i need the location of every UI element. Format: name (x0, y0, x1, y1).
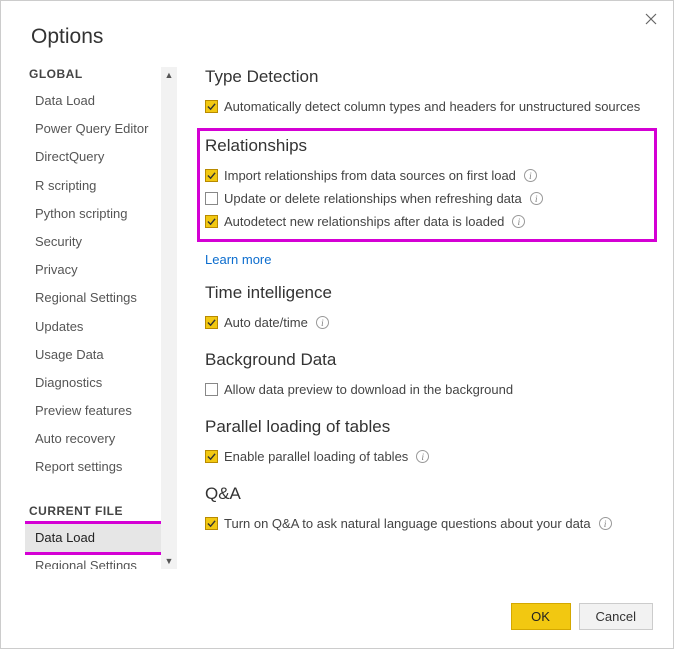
info-icon[interactable]: i (530, 192, 543, 205)
dialog-title: Options (1, 1, 673, 67)
group-title-qna: Q&A (205, 484, 649, 504)
learn-more-link[interactable]: Learn more (205, 246, 271, 267)
option-label: Update or delete relationships when refr… (224, 191, 522, 206)
sidebar-item-usage-data[interactable]: Usage Data (25, 341, 161, 369)
close-button[interactable] (641, 9, 661, 29)
group-title-time-intelligence: Time intelligence (205, 283, 649, 303)
info-icon[interactable]: i (512, 215, 525, 228)
group-title-type-detection: Type Detection (205, 67, 649, 87)
highlight-relationships: Relationships Import relationships from … (197, 128, 657, 242)
option-label: Allow data preview to download in the ba… (224, 382, 513, 397)
sidebar-header-global: GLOBAL (25, 67, 161, 87)
sidebar-item-current-regional-settings[interactable]: Regional Settings (25, 552, 161, 569)
option-type-detection-auto[interactable]: Automatically detect column types and he… (205, 95, 649, 118)
sidebar-item-r-scripting[interactable]: R scripting (25, 172, 161, 200)
checkbox-icon[interactable] (205, 316, 218, 329)
info-icon[interactable]: i (524, 169, 537, 182)
sidebar-item-privacy[interactable]: Privacy (25, 256, 161, 284)
option-label: Auto date/time (224, 315, 308, 330)
sidebar-item-current-data-load[interactable]: Data Load (25, 524, 161, 552)
option-label: Automatically detect column types and he… (224, 99, 640, 114)
option-auto-date-time[interactable]: Auto date/time i (205, 311, 649, 334)
option-label: Autodetect new relationships after data … (224, 214, 504, 229)
group-title-parallel-loading: Parallel loading of tables (205, 417, 649, 437)
sidebar-item-power-query-editor[interactable]: Power Query Editor (25, 115, 161, 143)
scroll-up-icon[interactable]: ▲ (161, 67, 177, 83)
checkbox-icon[interactable] (205, 169, 218, 182)
sidebar-item-data-load[interactable]: Data Load (25, 87, 161, 115)
sidebar: GLOBAL Data Load Power Query Editor Dire… (25, 67, 161, 569)
option-update-relationships[interactable]: Update or delete relationships when refr… (205, 187, 649, 210)
scroll-down-icon[interactable]: ▼ (161, 553, 177, 569)
checkbox-icon[interactable] (205, 100, 218, 113)
option-parallel-loading[interactable]: Enable parallel loading of tables i (205, 445, 649, 468)
info-icon[interactable]: i (416, 450, 429, 463)
checkbox-icon[interactable] (205, 192, 218, 205)
sidebar-item-diagnostics[interactable]: Diagnostics (25, 369, 161, 397)
dialog-footer: OK Cancel (1, 589, 673, 648)
checkbox-icon[interactable] (205, 517, 218, 530)
sidebar-item-auto-recovery[interactable]: Auto recovery (25, 425, 161, 453)
group-title-background-data: Background Data (205, 350, 649, 370)
option-autodetect-relationships[interactable]: Autodetect new relationships after data … (205, 210, 649, 233)
option-label: Enable parallel loading of tables (224, 449, 408, 464)
option-label: Turn on Q&A to ask natural language ques… (224, 516, 591, 531)
main-panel: Type Detection Automatically detect colu… (177, 67, 673, 589)
sidebar-item-regional-settings[interactable]: Regional Settings (25, 284, 161, 312)
option-qna[interactable]: Turn on Q&A to ask natural language ques… (205, 512, 649, 535)
highlight-current-data-load: Data Load (25, 521, 161, 555)
sidebar-item-python-scripting[interactable]: Python scripting (25, 200, 161, 228)
sidebar-scrollbar[interactable]: ▲ ▼ (161, 67, 177, 569)
checkbox-icon[interactable] (205, 215, 218, 228)
info-icon[interactable]: i (316, 316, 329, 329)
option-label: Import relationships from data sources o… (224, 168, 516, 183)
option-background-download[interactable]: Allow data preview to download in the ba… (205, 378, 649, 401)
checkbox-icon[interactable] (205, 383, 218, 396)
sidebar-item-report-settings[interactable]: Report settings (25, 453, 161, 481)
group-title-relationships: Relationships (205, 136, 649, 156)
close-icon (645, 13, 657, 25)
sidebar-item-directquery[interactable]: DirectQuery (25, 143, 161, 171)
sidebar-item-security[interactable]: Security (25, 228, 161, 256)
ok-button[interactable]: OK (511, 603, 571, 630)
sidebar-item-updates[interactable]: Updates (25, 313, 161, 341)
info-icon[interactable]: i (599, 517, 612, 530)
checkbox-icon[interactable] (205, 450, 218, 463)
cancel-button[interactable]: Cancel (579, 603, 653, 630)
option-import-relationships[interactable]: Import relationships from data sources o… (205, 164, 649, 187)
sidebar-item-preview-features[interactable]: Preview features (25, 397, 161, 425)
